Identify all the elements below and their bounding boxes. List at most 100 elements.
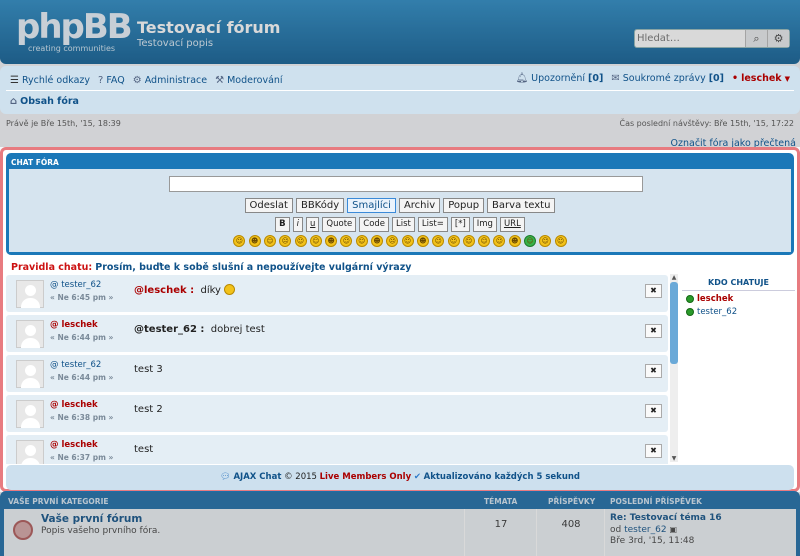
chat-scrollbar[interactable]: ▲ ▼ <box>670 274 678 462</box>
smiley-icon[interactable]: ☺ <box>294 235 307 247</box>
smiley-icon[interactable]: ☺ <box>524 235 537 247</box>
chat-bubble-icon: 💬︎ <box>219 472 231 482</box>
delete-message-button[interactable]: ✖ <box>645 404 662 418</box>
message-recipient[interactable]: @tester_62 : <box>134 324 204 335</box>
message-author[interactable]: @ tester_62 <box>50 280 101 290</box>
bell-icon: 🔔︎ <box>515 73 529 84</box>
smile-icon <box>224 284 236 295</box>
message-author[interactable]: @ tester_62 <box>50 360 101 370</box>
col-last-post-header: POSLEDNÍ PŘÍSPĚVEK <box>610 497 702 506</box>
ordered-list-button[interactable]: List= <box>417 217 448 232</box>
last-post-date: Bře 3rd, '15, 11:48 <box>610 536 695 546</box>
delete-message-button[interactable]: ✖ <box>645 324 662 338</box>
smiley-icon[interactable]: ☺ <box>432 235 445 247</box>
smiley-icon[interactable]: ☻ <box>248 235 261 247</box>
quick-links-menu[interactable]: ☰ Rychlé odkazy <box>10 75 90 86</box>
admin-link[interactable]: ⚙ Administrace <box>133 75 207 86</box>
smiley-icon[interactable]: ☺ <box>447 235 460 247</box>
delete-message-button[interactable]: ✖ <box>645 284 662 298</box>
chat-footer: 💬︎ AJAX Chat © 2015 Live Members Only ✔ … <box>6 465 794 490</box>
menu-icon: ☰ <box>10 74 19 86</box>
ajax-chat-link[interactable]: AJAX Chat <box>233 472 281 482</box>
search-input[interactable] <box>637 31 745 46</box>
text-color-button[interactable]: Barva textu <box>487 198 556 213</box>
checkmark-icon: ✔ <box>413 472 421 482</box>
smiley-icon[interactable]: ☻ <box>508 235 521 247</box>
underline-button[interactable]: u <box>306 217 320 232</box>
send-button[interactable]: Odeslat <box>244 198 293 213</box>
last-visit-time: Čas poslední návštěvy: Bře 15th, '15, 17… <box>619 119 794 128</box>
breadcrumb[interactable]: ⌂ Obsah fóra <box>10 96 79 107</box>
notifications-link[interactable]: 🔔︎ Upozornění [0] <box>515 73 603 84</box>
smiley-icon[interactable]: ☺ <box>233 235 246 247</box>
message-text: test <box>134 444 154 455</box>
smiley-icon[interactable]: ☺ <box>539 235 552 247</box>
chat-message-list[interactable]: @ tester_62 « Ne 6:45 pm » @leschek : dí… <box>6 275 668 464</box>
chat-header: CHAT FÓRA Odeslat BBKódy Smajlíci Archiv… <box>6 153 794 255</box>
category-title[interactable]: VAŠE PRVNÍ KATEGORIE <box>8 497 109 506</box>
chat-rules-label: Pravidla chatu: <box>11 262 93 273</box>
chat-message: @ leschek « Ne 6:38 pm » test 2 ✖ <box>6 395 668 432</box>
online-user[interactable]: leschek <box>686 294 791 304</box>
archive-button[interactable]: Archiv <box>398 198 441 213</box>
italic-button[interactable]: i <box>292 217 304 232</box>
smiley-icon[interactable]: ☻ <box>371 235 384 247</box>
smiley-icon[interactable]: ☺ <box>478 235 491 247</box>
image-button[interactable]: Img <box>472 217 497 232</box>
logo-text: phpBB <box>16 7 133 47</box>
search-icon[interactable]: ⌕ <box>745 30 767 47</box>
avatar <box>16 400 44 428</box>
site-title[interactable]: Testovací fórum <box>137 18 280 37</box>
quote-button[interactable]: Quote <box>322 217 357 232</box>
message-author[interactable]: @ leschek <box>50 400 98 410</box>
bold-button[interactable]: B <box>275 217 290 232</box>
message-text: test 2 <box>134 404 163 415</box>
scroll-up-arrow-icon[interactable]: ▲ <box>670 274 678 281</box>
forum-status-icon <box>13 520 33 540</box>
smiley-icon[interactable]: ☺ <box>401 235 414 247</box>
message-author[interactable]: @ leschek <box>50 320 98 330</box>
smiley-icon[interactable]: ☺ <box>309 235 322 247</box>
message-time: « Ne 6:37 pm » <box>50 453 114 462</box>
smiley-icon[interactable]: ☻ <box>325 235 338 247</box>
smiley-icon[interactable]: ☺ <box>263 235 276 247</box>
list-button[interactable]: List <box>392 217 415 232</box>
private-messages-link[interactable]: ✉ Soukromé zprávy [0] <box>611 73 724 84</box>
scrollbar-thumb[interactable] <box>670 282 678 364</box>
smiley-icon[interactable]: ☹ <box>386 235 399 247</box>
smiley-icon[interactable]: ☻ <box>416 235 429 247</box>
scroll-down-arrow-icon[interactable]: ▼ <box>670 455 678 462</box>
message-recipient[interactable]: @leschek : <box>134 285 194 296</box>
delete-message-button[interactable]: ✖ <box>645 444 662 458</box>
avatar <box>16 320 44 348</box>
smiley-icon[interactable]: ☺ <box>462 235 475 247</box>
user-menu[interactable]: • leschek ▼ <box>732 73 790 84</box>
url-button[interactable]: URL <box>499 217 525 232</box>
message-text: test 3 <box>134 364 163 375</box>
advanced-search-gear-icon[interactable]: ⚙ <box>767 30 789 47</box>
smiley-icon[interactable]: ☺ <box>340 235 353 247</box>
topics-count: 17 <box>494 519 508 530</box>
message-author[interactable]: @ leschek <box>50 440 98 450</box>
smileys-button[interactable]: Smajlíci <box>347 198 396 213</box>
faq-link[interactable]: ? FAQ <box>98 75 125 86</box>
site-logo[interactable]: phpBB creating communities <box>16 7 133 54</box>
code-button[interactable]: Code <box>359 217 390 232</box>
popup-button[interactable]: Popup <box>443 198 485 213</box>
smiley-icon[interactable]: ☺ <box>554 235 567 247</box>
online-user[interactable]: tester_62 <box>686 307 791 317</box>
col-topics-header: TÉMATA <box>484 497 518 506</box>
chat-buttons-row: Odeslat BBKódy Smajlíci Archiv Popup Bar… <box>9 198 791 213</box>
delete-message-button[interactable]: ✖ <box>645 364 662 378</box>
view-latest-post-icon[interactable]: ▣ <box>669 525 677 534</box>
bbcodes-button[interactable]: BBKódy <box>295 198 345 213</box>
forum-name[interactable]: Vaše první fórum <box>41 513 142 525</box>
smiley-icon[interactable]: ☹ <box>279 235 292 247</box>
smiley-icon[interactable]: ☺ <box>355 235 368 247</box>
moderate-link[interactable]: ⚒ Moderování <box>215 75 282 86</box>
chat-message-input[interactable] <box>169 176 643 192</box>
avatar <box>16 360 44 388</box>
last-post-title[interactable]: Re: Testovací téma 16 <box>610 513 722 523</box>
list-item-button[interactable]: [*] <box>450 217 470 232</box>
smiley-icon[interactable]: ☺ <box>493 235 506 247</box>
